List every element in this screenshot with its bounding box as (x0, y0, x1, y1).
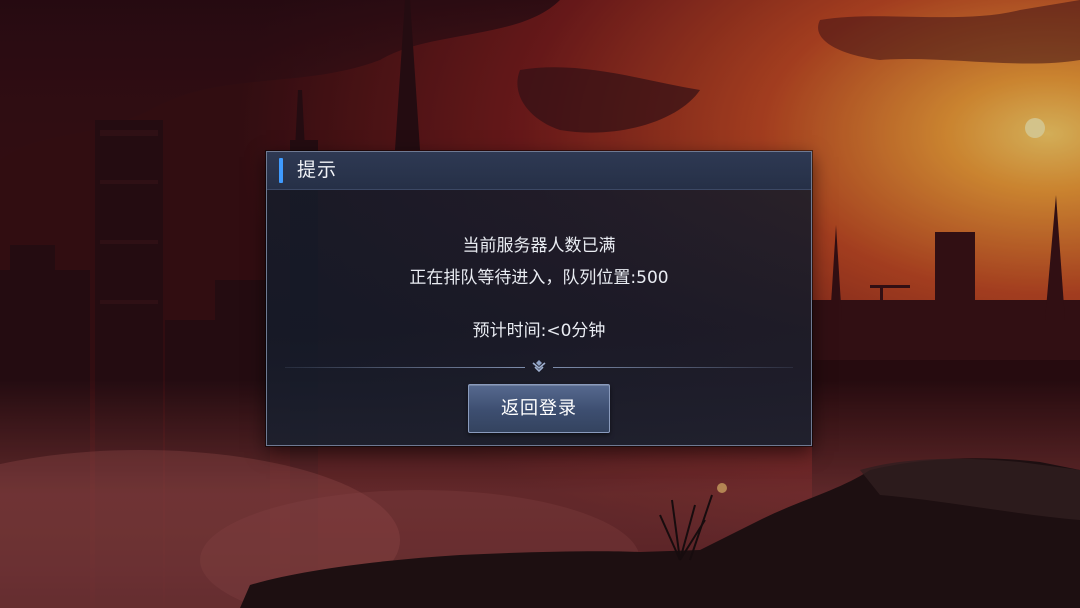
server-full-message: 当前服务器人数已满 (462, 236, 616, 256)
back-to-login-button[interactable]: 返回登录 (468, 384, 610, 433)
diamond-chevron-icon (532, 360, 546, 373)
divider-line-left (285, 367, 525, 368)
header-accent-bar (279, 158, 283, 183)
game-screen: 提示 当前服务器人数已满 正在排队等待进入，队列位置:500 预计时间:<0分钟… (0, 0, 1080, 608)
queue-position-message: 正在排队等待进入，队列位置:500 (409, 268, 669, 288)
divider-line-right (553, 367, 793, 368)
estimated-time-message: 预计时间:<0分钟 (472, 321, 606, 341)
dialog-title: 提示 (297, 159, 338, 181)
queue-dialog: 提示 当前服务器人数已满 正在排队等待进入，队列位置:500 预计时间:<0分钟… (266, 151, 812, 446)
dialog-header: 提示 (267, 152, 811, 190)
